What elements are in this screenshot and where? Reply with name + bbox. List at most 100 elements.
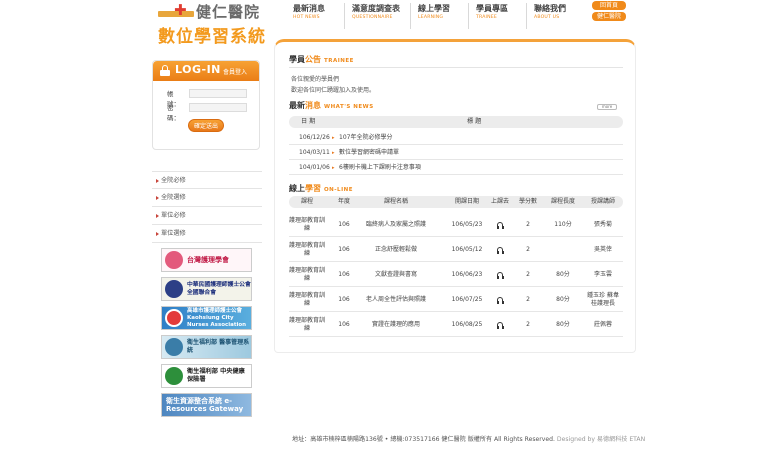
nav-label-en: ABOUT US bbox=[534, 15, 560, 20]
banner-label: 台灣護理學會 bbox=[187, 256, 229, 264]
password-input[interactable] bbox=[189, 103, 247, 112]
course-col: 授課講師 bbox=[590, 198, 616, 205]
course-teacher: 吳英倖 bbox=[593, 245, 612, 253]
course-col: 年度 bbox=[337, 198, 351, 205]
news-date: 106/12/26 bbox=[299, 134, 330, 141]
association-emblem-icon bbox=[165, 251, 183, 269]
lock-icon bbox=[160, 65, 170, 76]
course-duration: 80分 bbox=[556, 270, 570, 278]
top-nav: 最新消息 HOT NEWS 滿意度調查表 QUESTIONNAIRE 線上學習 … bbox=[286, 3, 584, 29]
news-date: 104/03/11 bbox=[299, 149, 330, 156]
course-year: 106 bbox=[338, 295, 350, 303]
course-category: 護理部教育訓練 bbox=[289, 241, 326, 257]
nav-label: 線上學習 bbox=[418, 4, 450, 13]
news-title-link[interactable]: 107年全院必修學分 bbox=[339, 131, 392, 145]
top-buttons: 回首頁 健仁醫院 bbox=[592, 1, 626, 23]
title-part-highlight: 公告 bbox=[305, 55, 321, 64]
nav-label-en: TRAINEE bbox=[476, 15, 497, 20]
course-duration: 80分 bbox=[556, 320, 570, 328]
course-category: 護理部教育訓練 bbox=[289, 291, 326, 307]
headphones-icon[interactable] bbox=[493, 262, 507, 287]
cross-logo-icon: ✚ bbox=[158, 2, 194, 19]
title-en: WHAT'S NEWS bbox=[324, 104, 374, 110]
title-part-highlight: 消息 bbox=[305, 101, 321, 110]
course-name-link[interactable]: 實證在護理的應用 bbox=[365, 312, 427, 337]
nav-label: 滿意度調查表 bbox=[352, 4, 400, 13]
side-menu-item[interactable]: 單位選修 bbox=[152, 225, 262, 243]
course-name-link[interactable]: 正念舒壓輕鬆做 bbox=[365, 237, 427, 262]
nav-label-en: QUESTIONNAIRE bbox=[352, 15, 393, 20]
partner-banners: 台灣護理學會 中華民國護理師護士公會全國聯合會 高雄市護理師護士公會 Kaohs… bbox=[161, 248, 253, 422]
arrow-right-icon: ▸ bbox=[332, 150, 335, 156]
system-name: 數位學習系統 bbox=[158, 27, 266, 47]
hospital-logo[interactable]: ✚ 健仁醫院 數位學習系統 bbox=[156, 0, 266, 47]
headphones-icon[interactable] bbox=[493, 312, 507, 337]
hospital-site-button[interactable]: 健仁醫院 bbox=[592, 12, 626, 21]
more-news-button[interactable]: more bbox=[597, 104, 617, 110]
course-col: 開課日期 bbox=[454, 198, 480, 205]
password-row: 密 碼： bbox=[167, 103, 247, 122]
title-part-highlight: 學習 bbox=[305, 184, 321, 193]
nav-label-en: HOT NEWS bbox=[293, 15, 320, 20]
course-name-link[interactable]: 文獻查證與書寫 bbox=[365, 262, 427, 287]
notice-line: 歡迎各位同仁踴躍加入及使用。 bbox=[291, 87, 376, 94]
course-teacher: 李玉雲 bbox=[593, 270, 612, 278]
news-row: 106/12/26 ▸ 107年全院必修學分 bbox=[289, 131, 623, 145]
course-date: 106/07/25 bbox=[451, 295, 483, 303]
course-duration: 110分 bbox=[554, 220, 572, 228]
trainee-section-title: 學員公告 TRAINEE bbox=[289, 54, 354, 65]
nav-item-trainee[interactable]: 學員專區 TRAINEE bbox=[468, 3, 526, 29]
headphones-icon[interactable] bbox=[493, 212, 507, 237]
login-header: LOG-IN 會員登入 bbox=[153, 61, 259, 81]
footer-designer: Designed by 易德網科技 ETAN bbox=[556, 436, 646, 443]
course-col: 課程 bbox=[300, 198, 314, 205]
course-name-link[interactable]: 臨終病人及家屬之照護 bbox=[365, 212, 427, 237]
banner-e-resources-gateway[interactable]: 衛生資源整合系統 e-Resources Gateway bbox=[161, 393, 252, 417]
nav-label: 最新消息 bbox=[293, 4, 325, 13]
nav-item-about-us[interactable]: 聯絡我們 ABOUT US bbox=[526, 3, 584, 29]
banner-national-nurses-union[interactable]: 中華民國護理師護士公會全國聯合會 bbox=[161, 277, 252, 301]
account-input[interactable] bbox=[189, 89, 247, 98]
nav-item-questionnaire[interactable]: 滿意度調查表 QUESTIONNAIRE bbox=[344, 3, 410, 29]
nav-label: 聯絡我們 bbox=[534, 4, 566, 13]
banner-national-health-insurance[interactable]: 衛生福利部 中央健康保險署 bbox=[161, 364, 252, 388]
trainee-notice: 各位親愛的學員們 歡迎各位同仁踴躍加入及使用。 bbox=[291, 74, 375, 96]
nav-item-hot-news[interactable]: 最新消息 HOT NEWS bbox=[286, 3, 344, 29]
title-part: 線上 bbox=[289, 184, 305, 193]
banner-taiwan-nurses-association[interactable]: 台灣護理學會 bbox=[161, 248, 252, 272]
nav-item-learning[interactable]: 線上學習 LEARNING bbox=[410, 3, 468, 29]
course-year: 106 bbox=[338, 270, 350, 278]
headphones-icon[interactable] bbox=[493, 287, 507, 312]
login-title: LOG-IN bbox=[175, 63, 221, 76]
news-row: 104/03/11 ▸ 數位學習網密碼申請單 bbox=[289, 146, 623, 160]
side-menu-item[interactable]: 全院選修 bbox=[152, 189, 262, 207]
course-table-header: 課程 年度 課程名稱 開課日期 上課去 學分數 課程長度 授課講師 bbox=[289, 196, 623, 208]
side-menu-item[interactable]: 單位必修 bbox=[152, 207, 262, 225]
course-col: 學分數 bbox=[518, 198, 538, 205]
arrow-right-icon: ▸ bbox=[332, 165, 335, 171]
banner-kaohsiung-nurses-association[interactable]: 高雄市護理師護士公會 Kaohsiung City Nurses Associa… bbox=[161, 306, 252, 330]
course-col: 課程名稱 bbox=[383, 198, 409, 205]
course-category: 護理部教育訓練 bbox=[289, 266, 326, 282]
course-row: 護理部教育訓練 106 老人周全性評估與照護 106/07/25 2 80分 鍾… bbox=[289, 287, 623, 312]
page: ✚ 健仁醫院 數位學習系統 最新消息 HOT NEWS 滿意度調查表 QUEST… bbox=[0, 0, 780, 450]
course-date: 106/06/23 bbox=[451, 270, 483, 278]
course-credits: 2 bbox=[526, 245, 530, 253]
course-date: 106/05/12 bbox=[451, 245, 483, 253]
side-menu-item[interactable]: 全院必修 bbox=[152, 171, 262, 189]
banner-label: 衛生福利部 中央健康保險署 bbox=[187, 368, 245, 383]
course-teacher: 莊佩蓉 bbox=[593, 320, 612, 328]
notice-line: 各位親愛的學員們 bbox=[291, 76, 340, 83]
banner-medical-management-system[interactable]: 衛生福利部 醫事管理系統 bbox=[161, 335, 252, 359]
home-button[interactable]: 回首頁 bbox=[592, 1, 626, 10]
news-col-title: 標 題 bbox=[467, 118, 482, 125]
headphones-icon[interactable] bbox=[493, 237, 507, 262]
login-submit-button[interactable]: 確定送出 bbox=[188, 119, 224, 132]
login-subtitle: 會員登入 bbox=[223, 69, 248, 76]
course-name-link[interactable]: 老人周全性評估與照護 bbox=[365, 287, 427, 312]
news-title-link[interactable]: 數位學習網密碼申請單 bbox=[339, 146, 399, 160]
title-en: ON-LINE bbox=[324, 187, 353, 193]
course-date: 106/08/25 bbox=[451, 320, 483, 328]
divider bbox=[289, 67, 623, 68]
news-title-link[interactable]: 6樓刷卡機上下課刷卡注意事項 bbox=[339, 161, 421, 175]
